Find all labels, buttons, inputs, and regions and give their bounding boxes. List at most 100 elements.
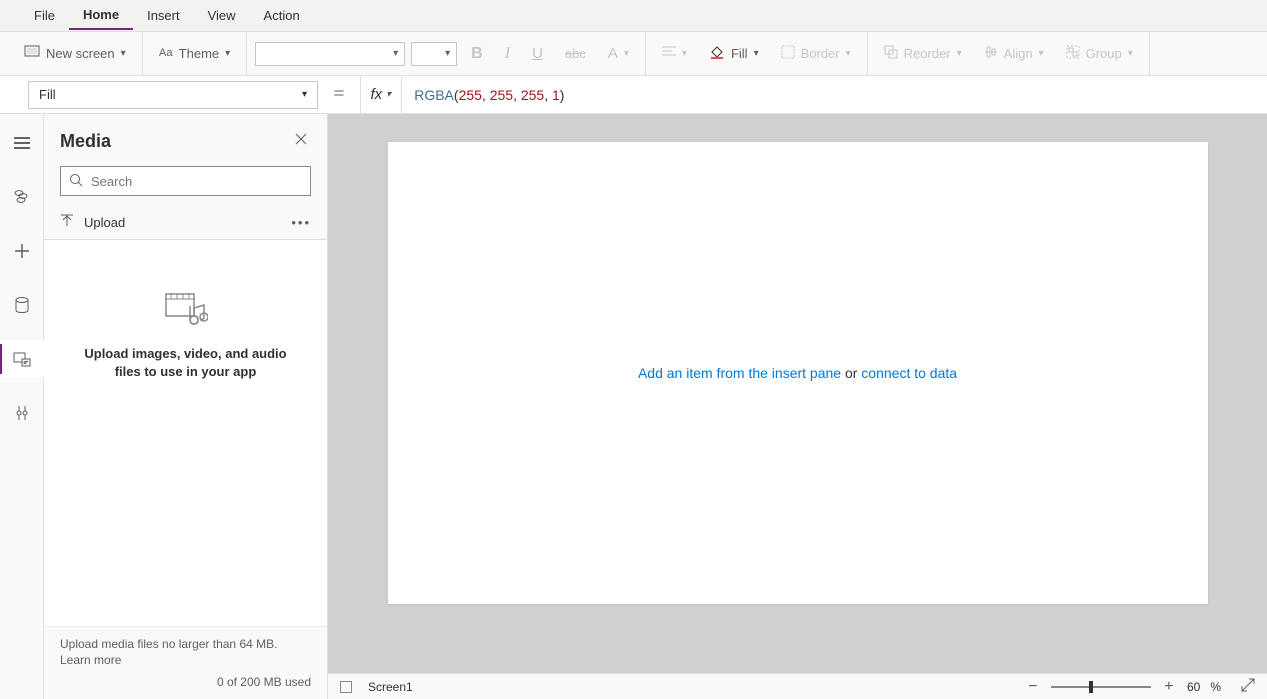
search-icon [69,173,83,190]
formula-arg: 255 [521,87,544,103]
media-empty-icon [164,290,208,329]
group-label: Group [1086,46,1122,61]
zoom-unit: % [1210,680,1221,694]
status-bar: Screen1 − + 60 % [328,673,1267,699]
strikethrough-button[interactable]: abc [557,42,594,65]
svg-text:Aa: Aa [159,47,173,59]
group-button[interactable]: Group ▾ [1058,41,1141,66]
zoom-slider[interactable] [1051,686,1151,688]
align-left-icon [662,46,676,61]
artboard[interactable]: Add an item from the insert pane or conn… [388,142,1208,604]
theme-label: Theme [179,46,219,61]
formula-arg: 1 [552,87,560,103]
new-screen-label: New screen [46,46,115,61]
zoom-out-button[interactable]: − [1025,679,1041,695]
theme-button[interactable]: Aa Theme ▾ [151,41,239,66]
chevron-down-icon: ▾ [445,48,450,59]
fill-label: Fill [731,46,748,61]
property-value: Fill [39,87,56,102]
zoom-in-button[interactable]: + [1161,679,1177,695]
ribbon: New screen ▾ Aa Theme ▾ ▾ ▾ B I U abc A▾… [0,32,1267,76]
screen-checkbox[interactable] [340,681,352,693]
menu-insert[interactable]: Insert [133,2,194,29]
align-label: Align [1004,46,1033,61]
panel-footer: Upload media files no larger than 64 MB.… [44,626,327,699]
menu-file[interactable]: File [20,2,69,29]
footer-note: Upload media files no larger than 64 MB. [60,637,311,651]
insert-pane-link[interactable]: Add an item from the insert pane [638,365,841,381]
zoom-value: 60 [1187,680,1200,694]
align-icon [984,45,998,62]
group-icon [1066,45,1080,62]
upload-button[interactable]: Upload [84,215,125,230]
fill-button[interactable]: Fill ▾ [701,41,767,66]
reorder-button[interactable]: Reorder ▾ [876,41,970,66]
upload-row: Upload ••• [44,206,327,240]
formula-arg: 255 [459,87,482,103]
menu-action[interactable]: Action [250,2,314,29]
panel-close-button[interactable] [291,128,311,154]
rail-media[interactable] [0,340,44,378]
chevron-down-icon: ▾ [957,48,962,59]
upload-icon [60,214,74,231]
bold-button[interactable]: B [463,41,491,67]
reorder-label: Reorder [904,46,951,61]
border-icon [781,45,795,62]
equals-label: = [318,83,360,106]
formula-bar: Fill ▾ = fx ▾ RGBA(255, 255, 255, 1) [0,76,1267,114]
paint-bucket-icon [709,45,725,62]
theme-icon: Aa [159,45,173,62]
underline-button[interactable]: U [524,41,551,66]
storage-usage: 0 of 200 MB used [60,675,311,689]
chevron-down-icon: ▾ [386,89,391,100]
more-options-button[interactable]: ••• [291,215,311,230]
rail-hamburger[interactable] [0,124,44,162]
new-screen-button[interactable]: New screen ▾ [16,41,134,66]
chevron-down-icon: ▾ [682,48,687,59]
menu-view[interactable]: View [194,2,250,29]
learn-more-link[interactable]: Learn more [60,653,311,667]
search-box[interactable] [60,166,311,196]
expand-button[interactable] [1241,678,1255,695]
formula-fn: RGBA [414,87,454,103]
rail-insert[interactable] [0,232,44,270]
current-screen-name[interactable]: Screen1 [368,680,413,694]
border-label: Border [801,46,840,61]
close-icon [295,133,307,145]
canvas-area: Add an item from the insert pane or conn… [328,114,1267,699]
fx-button[interactable]: fx ▾ [360,76,402,113]
fx-icon: fx [371,86,383,103]
media-panel: Media Upload ••• Upload images, video, a… [44,114,328,699]
main-area: Media Upload ••• Upload images, video, a… [0,114,1267,699]
rail-data[interactable] [0,286,44,324]
font-size-combo[interactable]: ▾ [411,42,457,66]
font-name-combo[interactable]: ▾ [255,42,405,66]
screen-icon [24,45,40,62]
menu-home[interactable]: Home [69,1,133,30]
border-button[interactable]: Border ▾ [773,41,859,66]
font-color-button[interactable]: A▾ [600,41,637,66]
chevron-down-icon: ▾ [393,48,398,59]
left-rail [0,114,44,699]
property-selector[interactable]: Fill ▾ [28,81,318,109]
empty-state-text: Upload images, video, and audio files to… [60,345,311,381]
chevron-down-icon: ▾ [846,48,851,59]
chevron-down-icon: ▾ [225,48,230,59]
connect-data-link[interactable]: connect to data [861,365,957,381]
chevron-down-icon: ▾ [1128,48,1133,59]
align-button[interactable]: Align ▾ [976,41,1052,66]
menu-bar: File Home Insert View Action [0,0,1267,32]
chevron-down-icon: ▾ [754,48,759,59]
zoom-controls: − + 60 % [1025,678,1255,695]
rail-advanced-tools[interactable] [0,394,44,432]
chevron-down-icon: ▾ [624,48,629,59]
text-align-button[interactable]: ▾ [654,42,695,65]
artboard-placeholder: Add an item from the insert pane or conn… [638,365,957,381]
italic-button[interactable]: I [497,41,518,67]
or-text: or [841,365,861,381]
panel-title: Media [60,131,111,152]
formula-input[interactable]: RGBA(255, 255, 255, 1) [401,76,1267,113]
search-input[interactable] [91,174,302,189]
rail-tree-view[interactable] [0,178,44,216]
chevron-down-icon: ▾ [302,89,307,100]
